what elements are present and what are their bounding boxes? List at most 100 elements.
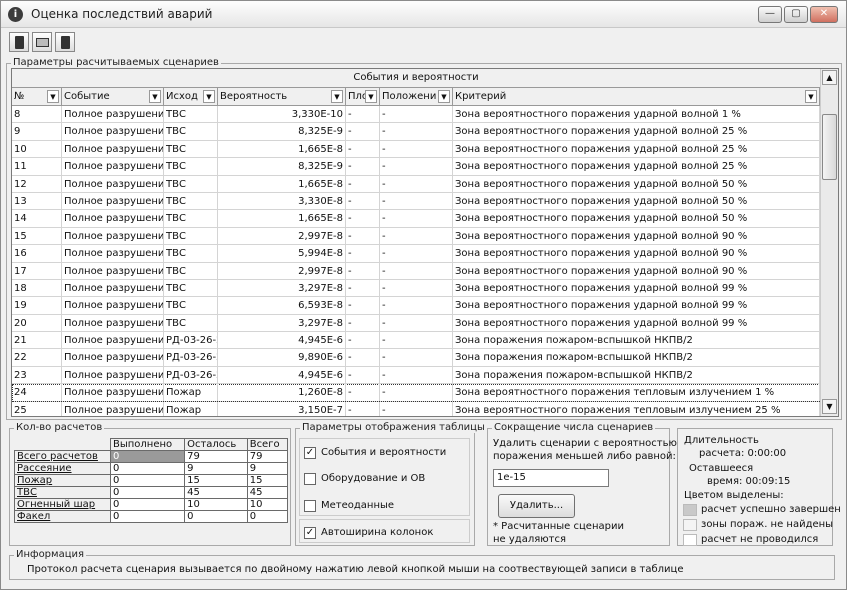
- info-icon: i: [8, 7, 23, 22]
- table-cell: 22: [12, 349, 62, 367]
- filter-dropdown-icon[interactable]: ▼: [47, 90, 59, 103]
- legend-swatch-not-run: [683, 534, 697, 546]
- table-cell: Зона вероятностного поражения тепловым и…: [453, 384, 820, 402]
- table-cell: -: [380, 314, 453, 332]
- legend-label-success: расчет успешно завершен: [701, 504, 841, 515]
- table-row[interactable]: 10 Полное разрушение ТВС 1,665E-8- - Зона вер…: [12, 140, 820, 159]
- maximize-button[interactable]: ▢: [784, 6, 808, 23]
- device-icon[interactable]: [55, 32, 75, 52]
- table-view-icon[interactable]: [32, 32, 52, 52]
- table-cell: 5,994E-8: [218, 245, 346, 263]
- calc-count-row: Огненный шар 0 10 10: [14, 498, 289, 511]
- params-group-label: Параметры расчитываемых сценариев: [11, 57, 221, 68]
- remaining-value: время: 00:09:15: [707, 476, 791, 487]
- table-cell: -: [346, 384, 380, 402]
- calc-count-row-label: Огненный шар: [14, 498, 111, 511]
- column-header-label: Критерий: [455, 91, 507, 102]
- table-row[interactable]: 19 Полное разрушение ТВС 6,593E-8- - Зона вер…: [12, 297, 820, 315]
- header-done: Выполнено: [109, 438, 186, 451]
- table-cell: -: [380, 401, 453, 416]
- legend-label-no-zones: зоны пораж. не найдены: [701, 519, 834, 530]
- table-row[interactable]: 20 Полное разрушение ТВС 3,297E-8- - Зона вер…: [12, 314, 820, 333]
- table-cell: 1,665E-8: [218, 175, 346, 193]
- column-header-event[interactable]: Событие ▼: [62, 88, 164, 106]
- column-header-area[interactable]: Пло ▼: [346, 88, 380, 106]
- table-row[interactable]: 24 Полное разрушение Пожар 1,260E-8- - Зона в…: [12, 384, 820, 402]
- table-cell: 4,945E-6: [218, 366, 346, 384]
- table-corner: [14, 438, 111, 451]
- checkbox-meteo[interactable]: [304, 500, 316, 512]
- table-row[interactable]: 13 Полное разрушение ТВС 3,330E-8- - Зона вер…: [12, 192, 820, 211]
- table-cell: Зона вероятностного поражения ударной во…: [453, 175, 820, 193]
- table-cell: -: [346, 279, 380, 297]
- table-scrollbar[interactable]: ▲ ▼: [820, 69, 838, 416]
- column-header-probability[interactable]: Вероятность ▼: [218, 88, 346, 106]
- table-cell: -: [380, 227, 453, 245]
- table-cell: Полное разрушение: [62, 123, 164, 141]
- table-row[interactable]: 12 Полное разрушение ТВС 1,665E-8- - Зона вер…: [12, 175, 820, 193]
- table-cell: -: [380, 175, 453, 193]
- checkbox-equipment[interactable]: [304, 473, 316, 485]
- table-cell: -: [346, 332, 380, 350]
- table-row[interactable]: 16 Полное разрушение ТВС 5,994E-8- - Зона вер…: [12, 245, 820, 263]
- calc-count-cell: 0: [109, 474, 186, 487]
- filter-dropdown-icon[interactable]: ▼: [203, 90, 215, 103]
- header-remaining: Осталось: [184, 438, 248, 451]
- filter-dropdown-icon[interactable]: ▼: [149, 90, 161, 103]
- table-cell: 3,330E-10: [218, 106, 346, 123]
- filter-dropdown-icon[interactable]: ▼: [365, 90, 377, 103]
- table-cell: РД-03-26-2: [164, 332, 218, 350]
- table-cell: -: [380, 262, 453, 280]
- table-row[interactable]: 15 Полное разрушение ТВС 2,997E-8- - Зона вер…: [12, 227, 820, 246]
- table-row[interactable]: 8 Полное разрушение ТВС 3,330E-10- - Зона вер…: [12, 106, 820, 124]
- table-row[interactable]: 11 Полное разрушение ТВС 8,325E-9- - Зона вер…: [12, 158, 820, 176]
- legend-label-not-run: расчет не проводился: [701, 534, 819, 545]
- table-row[interactable]: 21 Полное разрушение РД-03-26-2 4,945E-6- - З…: [12, 332, 820, 350]
- table-row[interactable]: 23 Полное разрушение РД-03-26-2 4,945E-6- - З…: [12, 366, 820, 385]
- table-cell: -: [380, 140, 453, 158]
- table-cell: Полное разрушение: [62, 297, 164, 315]
- calc-count-cell: 45: [184, 486, 248, 499]
- calc-count-row: Пожар 0 15 15: [14, 474, 289, 487]
- column-header-criterion[interactable]: Критерий ▼: [453, 88, 820, 106]
- column-header-label: Событие: [64, 91, 110, 102]
- column-header-number[interactable]: № ▼: [12, 88, 62, 106]
- checkbox-events[interactable]: ✓: [304, 447, 316, 459]
- table-row[interactable]: 9 Полное разрушение ТВС 8,325E-9- - Зона веро…: [12, 123, 820, 141]
- table-row[interactable]: 25 Полное разрушение Пожар 3,150E-7- - Зона в…: [12, 401, 820, 416]
- table-row[interactable]: 14 Полное разрушение ТВС 1,665E-8- - Зона вер…: [12, 210, 820, 228]
- table-cell: Полное разрушение: [62, 106, 164, 123]
- filter-dropdown-icon[interactable]: ▼: [331, 90, 343, 103]
- table-cell: Зона вероятностного поражения ударной во…: [453, 192, 820, 210]
- table-cell: 14: [12, 210, 62, 228]
- table-cell: Полное разрушение: [62, 227, 164, 245]
- filter-dropdown-icon[interactable]: ▼: [438, 90, 450, 103]
- table-cell: Полное разрушение: [62, 401, 164, 416]
- table-row[interactable]: 22 Полное разрушение РД-03-26-2 9,890E-6- - З…: [12, 349, 820, 367]
- remaining-label: Оставшееся: [689, 463, 754, 474]
- probability-threshold-input[interactable]: 1e-15: [493, 469, 609, 487]
- calc-count-cell: 79: [184, 450, 248, 463]
- calc-count-cell: 10: [246, 498, 289, 511]
- column-header-position[interactable]: Положени ▼: [380, 88, 453, 106]
- checkbox-autowidth[interactable]: ✓: [304, 527, 316, 539]
- scroll-thumb[interactable]: [822, 114, 837, 180]
- table-cell: Пожар: [164, 384, 218, 402]
- table-row[interactable]: 17 Полное разрушение ТВС 2,997E-8- - Зона вер…: [12, 262, 820, 280]
- table-row[interactable]: 18 Полное разрушение ТВС 3,297E-8- - Зона вер…: [12, 279, 820, 298]
- scenarios-table[interactable]: События и вероятности № ▼ Событие ▼ Исхо…: [11, 68, 839, 417]
- reduce-note-line2: не удаляются: [493, 534, 566, 545]
- calculator-icon[interactable]: [9, 32, 29, 52]
- calc-count-row-label: Всего расчетов: [14, 450, 111, 463]
- close-button[interactable]: ✕: [810, 6, 838, 23]
- filter-dropdown-icon[interactable]: ▼: [805, 90, 817, 103]
- delete-button[interactable]: Удалить...: [498, 494, 575, 518]
- table-cell: -: [380, 192, 453, 210]
- scroll-up-icon[interactable]: ▲: [822, 70, 837, 85]
- table-cell: Полное разрушение: [62, 384, 164, 402]
- minimize-button[interactable]: —: [758, 6, 782, 23]
- scroll-down-icon[interactable]: ▼: [822, 399, 837, 414]
- table-cell: ТВС: [164, 227, 218, 245]
- table-cell: Зона поражения пожаром-вспышкой НКПВ/2: [453, 366, 820, 384]
- column-header-outcome[interactable]: Исход ▼: [164, 88, 218, 106]
